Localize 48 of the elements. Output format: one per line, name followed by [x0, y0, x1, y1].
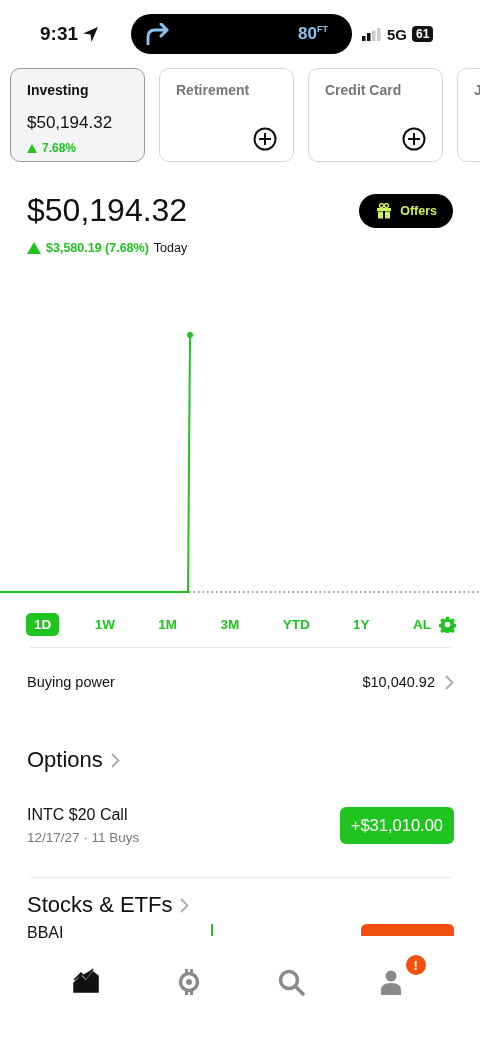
up-triangle-icon: [27, 143, 37, 153]
chevron-right-icon: [110, 752, 120, 768]
alert-badge: !: [405, 955, 426, 975]
add-icon[interactable]: [253, 127, 277, 151]
time-range-tab[interactable]: 1Y: [345, 612, 378, 636]
search-icon[interactable]: [277, 968, 306, 996]
battery-level: 61: [412, 26, 434, 42]
account-name: Investing: [27, 82, 89, 98]
turn-right-arrow-icon: [145, 23, 172, 45]
account-name: Retirement: [176, 82, 250, 98]
time-range-tab[interactable]: 1D: [26, 612, 60, 636]
account-value: $50,194.32: [27, 113, 114, 133]
distance-text: 80$^{FT}$: [298, 24, 329, 44]
account-change: 7.68%: [42, 141, 77, 155]
options-section-header[interactable]: Options: [27, 747, 120, 773]
account-card[interactable]: Credit Card: [308, 68, 443, 162]
period-label: Today: [153, 241, 188, 255]
time-range-tab[interactable]: 1W: [86, 612, 123, 636]
account-name: J: [474, 82, 480, 98]
account-name: Credit Card: [325, 82, 402, 98]
location-arrow-icon: [82, 25, 100, 43]
time-range-tab[interactable]: 1M: [150, 612, 186, 636]
time-range-tab[interactable]: 3M: [212, 612, 248, 636]
account-card[interactable]: Investing $50,194.32 7.68%: [10, 68, 145, 162]
chevron-right-icon: [180, 897, 190, 913]
offers-button[interactable]: Offers: [359, 193, 453, 228]
add-icon[interactable]: [402, 127, 426, 151]
daily-change: $3,580.19 (7.68%): [46, 241, 149, 255]
gift-icon: [376, 202, 393, 219]
time-range-tab[interactable]: AL: [405, 612, 439, 636]
signal-icon: [362, 27, 383, 41]
chart-icon[interactable]: [72, 968, 101, 996]
portfolio-value: $50,194.32: [27, 192, 188, 229]
settings-icon[interactable]: [439, 615, 456, 633]
account-card[interactable]: Retirement: [159, 68, 294, 162]
sparkline: [211, 924, 214, 936]
network-label: 5G: [387, 25, 408, 43]
account-card[interactable]: J: [457, 68, 480, 162]
position-detail: 12/17/27 · 11 Buys: [27, 829, 140, 845]
stocks-section-header[interactable]: Stocks & ETFs: [27, 892, 190, 918]
position-name: INTC $20 Call: [27, 805, 129, 824]
clock-time: 9:31: [40, 23, 79, 45]
stock-symbol: BBAI: [27, 924, 64, 942]
up-triangle-icon: [27, 242, 41, 254]
buying-power-row[interactable]: Buying power $10,040.92: [27, 648, 454, 716]
chevron-right-icon: [445, 674, 454, 690]
position-value[interactable]: +$31,010.00: [339, 806, 454, 844]
time-range-tab[interactable]: YTD: [274, 612, 318, 636]
